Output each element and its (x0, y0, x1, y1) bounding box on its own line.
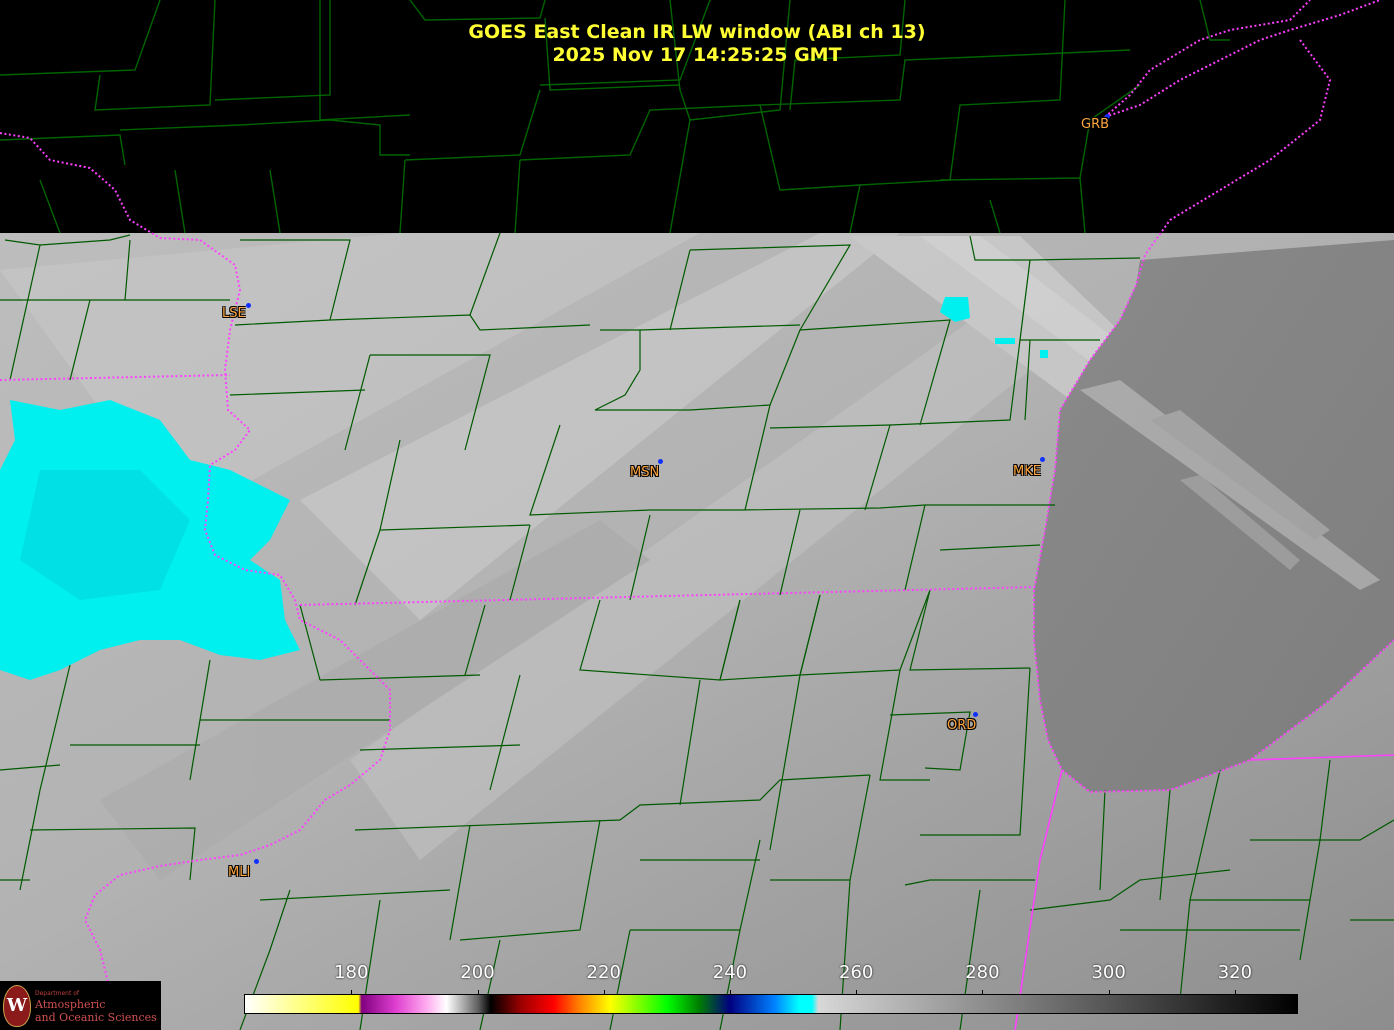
colorbar-tick-label: 280 (965, 962, 1000, 983)
colorbar-tick-mark (982, 990, 984, 995)
colorbar-tick-mark (1108, 990, 1110, 995)
logo-line1: Atmospheric (35, 998, 106, 1011)
uw-seal-icon: W (3, 985, 31, 1027)
map-title: GOES East Clean IR LW window (ABI ch 13) (468, 21, 926, 43)
colorbar-tick-label: 220 (586, 962, 621, 983)
station-dot-mke (1040, 457, 1045, 462)
map-timestamp: 2025 Nov 17 14:25:25 GMT (552, 44, 842, 66)
colorbar-tick-label: 320 (1217, 962, 1253, 983)
station-label-mke: MKE (1013, 464, 1041, 479)
station-label-msn: MSN (630, 465, 660, 480)
colorbar-tick-mark (729, 990, 731, 995)
colorbar-tick-label: 200 (460, 962, 495, 983)
colorbar-tick-label: 180 (334, 962, 369, 983)
station-label-grb: GRB (1081, 117, 1110, 132)
station-dot-lse (246, 303, 251, 308)
station-dot-ord (973, 712, 978, 717)
colorbar-tick-label: 260 (839, 962, 874, 983)
colorbar-tick-mark (603, 990, 605, 995)
colorbar-tick-mark (1234, 990, 1236, 995)
temperature-colorbar (244, 994, 1298, 1014)
colorbar-tick-mark (477, 990, 479, 995)
station-label-ord: ORD (947, 718, 977, 733)
station-dot-msn (658, 459, 663, 464)
station-label-lse: LSE (222, 306, 246, 321)
logo-department: Department of (35, 990, 79, 997)
colorbar-tick-label: 240 (712, 962, 748, 983)
station-label-mli: MLI (228, 865, 251, 880)
logo-line2: and Oceanic Sciences (35, 1011, 157, 1024)
aos-logo: W Department of Atmospheric and Oceanic … (0, 981, 161, 1030)
satellite-map (0, 0, 1394, 1030)
station-dot-mli (254, 859, 259, 864)
colorbar-tick-label: 300 (1091, 962, 1126, 983)
colorbar-tick-mark (351, 990, 353, 995)
colorbar-tick-mark (856, 990, 858, 995)
